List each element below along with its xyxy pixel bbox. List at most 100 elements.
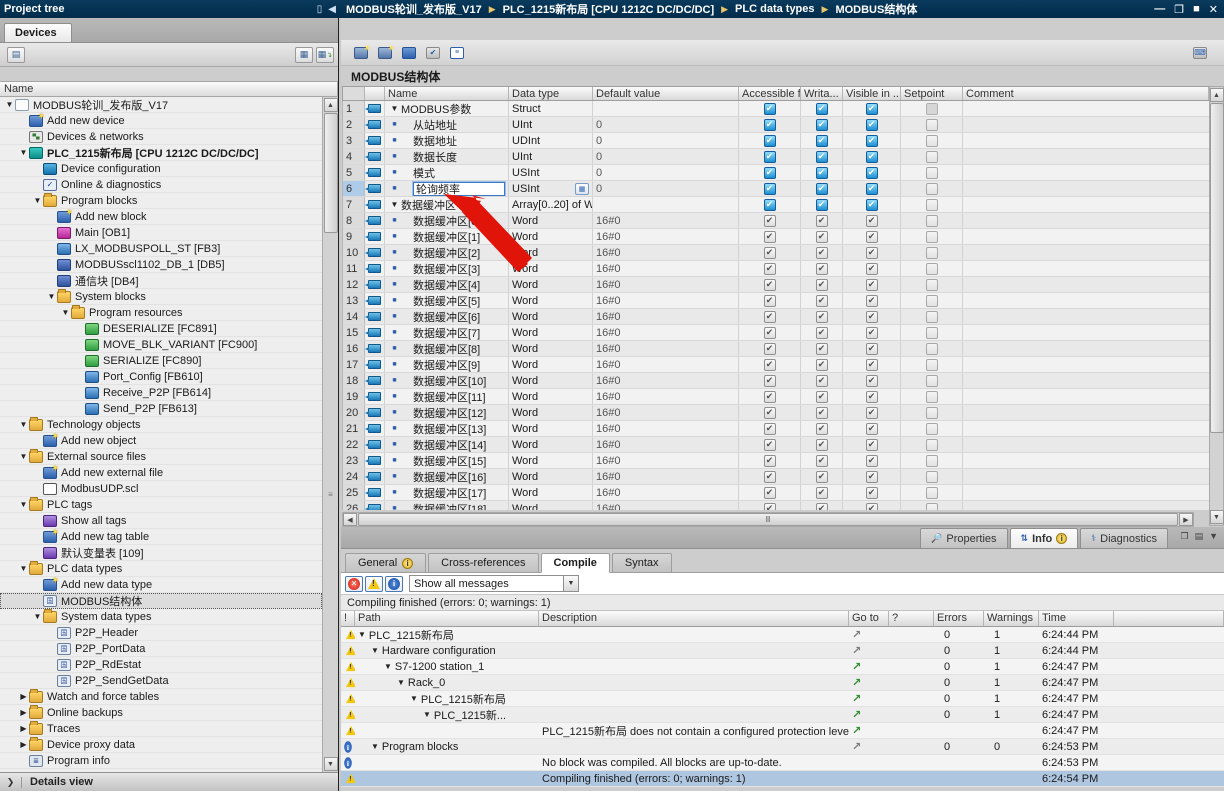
setpoint-checkbox[interactable] <box>926 183 938 195</box>
setpoint-checkbox[interactable] <box>926 103 938 115</box>
datatype-cell[interactable]: Word <box>509 325 593 340</box>
tree-item[interactable]: LX_MODBUSPOLL_ST [FB3] <box>0 241 322 257</box>
goto-arrow-icon[interactable]: ↗ <box>852 692 861 705</box>
goto-cell[interactable]: ↗ <box>849 644 889 657</box>
message-row[interactable]: ▼Hardware configuration↗016:24:44 PM <box>341 643 1224 659</box>
message-row[interactable]: Compiling finished (errors: 0; warnings:… <box>341 771 1224 787</box>
setpoint-checkbox[interactable] <box>926 263 938 275</box>
table-row[interactable]: 16■数据缓冲区[8]Word16#0✔✔✔ <box>343 341 1210 357</box>
column-header-visible-in-[interactable]: Visible in ... <box>843 87 901 100</box>
checked-checkbox[interactable]: ✔ <box>764 183 776 195</box>
errors-filter-icon[interactable]: ✕ <box>345 576 363 592</box>
msg-column-header[interactable]: Path <box>355 611 539 626</box>
checked-checkbox[interactable]: ✔ <box>764 327 776 339</box>
default-value-cell[interactable]: 16#0 <box>593 309 739 324</box>
name-cell[interactable]: ■数据地址 <box>385 133 509 148</box>
comment-cell[interactable] <box>963 501 1210 510</box>
checked-checkbox[interactable]: ✔ <box>866 263 878 275</box>
tree-item[interactable]: Port_Config [FB610] <box>0 369 322 385</box>
datatype-cell[interactable]: Word <box>509 389 593 404</box>
table-row[interactable]: 5■模式USInt0✔✔✔ <box>343 165 1210 181</box>
goto-arrow-icon[interactable]: ↗ <box>852 740 861 753</box>
comment-cell[interactable] <box>963 389 1210 404</box>
setpoint-checkbox[interactable] <box>926 343 938 355</box>
datatype-cell[interactable]: Word <box>509 373 593 388</box>
msg-column-header[interactable]: Go to <box>849 611 889 626</box>
checked-checkbox[interactable]: ✔ <box>866 375 878 387</box>
datatype-cell[interactable]: Word <box>509 309 593 324</box>
table-row[interactable]: 3■数据地址UDInt0✔✔✔ <box>343 133 1210 149</box>
name-cell[interactable]: ■数据长度 <box>385 149 509 164</box>
comment-cell[interactable] <box>963 373 1210 388</box>
details-expand-icon[interactable]: ❯ <box>0 777 22 788</box>
checked-checkbox[interactable]: ✔ <box>764 199 776 211</box>
comment-cell[interactable] <box>963 421 1210 436</box>
column-header-accessible-f-[interactable]: Accessible f... <box>739 87 801 100</box>
name-cell[interactable]: ■从站地址 <box>385 117 509 132</box>
default-value-cell[interactable]: 16#0 <box>593 373 739 388</box>
tree-item[interactable]: ▼Program resources <box>0 305 322 321</box>
table-row[interactable]: 17■数据缓冲区[9]Word16#0✔✔✔ <box>343 357 1210 373</box>
checked-checkbox[interactable]: ✔ <box>764 343 776 355</box>
table-row[interactable]: 14■数据缓冲区[6]Word16#0✔✔✔ <box>343 309 1210 325</box>
msg-column-header[interactable]: Errors <box>934 611 984 626</box>
checked-checkbox[interactable]: ✔ <box>764 279 776 291</box>
open-keyboard-icon[interactable]: ⌨ <box>1190 44 1210 62</box>
tree-item[interactable]: Add new tag table <box>0 529 322 545</box>
tree-scroll-thumb[interactable] <box>324 113 338 233</box>
default-value-cell[interactable]: 16#0 <box>593 453 739 468</box>
message-row[interactable]: i▼Program blocks↗006:24:53 PM <box>341 739 1224 755</box>
scroll-up-icon[interactable]: ▲ <box>324 98 338 112</box>
default-value-cell[interactable]: 16#0 <box>593 293 739 308</box>
name-cell[interactable]: ■数据缓冲区[7] <box>385 325 509 340</box>
tree-item[interactable]: Send_P2P [FB613] <box>0 401 322 417</box>
setpoint-checkbox[interactable] <box>926 295 938 307</box>
tree-item[interactable]: Show all tags <box>0 513 322 529</box>
default-value-cell[interactable]: 16#0 <box>593 357 739 372</box>
comment-cell[interactable] <box>963 453 1210 468</box>
tree-item[interactable]: 国P2P_PortData <box>0 641 322 657</box>
name-cell[interactable]: ■数据缓冲区[15] <box>385 453 509 468</box>
name-cell[interactable]: ■数据缓冲区[13] <box>385 421 509 436</box>
checked-checkbox[interactable]: ✔ <box>764 391 776 403</box>
default-value-cell[interactable]: 16#0 <box>593 485 739 500</box>
checked-checkbox[interactable]: ✔ <box>764 455 776 467</box>
name-cell[interactable]: ■数据缓冲区[9] <box>385 357 509 372</box>
checked-checkbox[interactable]: ✔ <box>764 167 776 179</box>
comment-cell[interactable] <box>963 469 1210 484</box>
table-row[interactable]: 20■数据缓冲区[12]Word16#0✔✔✔ <box>343 405 1210 421</box>
comment-cell[interactable] <box>963 117 1210 132</box>
tree-item[interactable]: ▼MODBUS轮训_发布版_V17 <box>0 97 322 113</box>
expand-arrow-icon[interactable]: ▶ <box>18 724 29 733</box>
checked-checkbox[interactable]: ✔ <box>816 279 828 291</box>
expand-arrow-icon[interactable]: ▶ <box>18 740 29 749</box>
name-cell[interactable]: ■模式 <box>385 165 509 180</box>
default-value-cell[interactable]: 16#0 <box>593 421 739 436</box>
default-value-cell[interactable]: 16#0 <box>593 501 739 510</box>
msg-column-header[interactable]: Warnings <box>984 611 1039 626</box>
table-row[interactable]: 10■数据缓冲区[2]Word16#0✔✔✔ <box>343 245 1210 261</box>
expand-arrow-icon[interactable]: ▼ <box>18 452 29 461</box>
datatype-cell[interactable]: Word <box>509 421 593 436</box>
checked-checkbox[interactable]: ✔ <box>816 391 828 403</box>
name-cell[interactable]: ■数据缓冲区[0] <box>385 213 509 228</box>
tree-item[interactable]: ▶Device proxy data <box>0 737 322 753</box>
datatype-cell[interactable]: UDInt <box>509 133 593 148</box>
setpoint-checkbox[interactable] <box>926 423 938 435</box>
column-header-data-type[interactable]: Data type <box>509 87 593 100</box>
default-value-cell[interactable]: 16#0 <box>593 437 739 452</box>
checked-checkbox[interactable]: ✔ <box>764 231 776 243</box>
table-row[interactable]: 1▼MODBUS参数Struct✔✔✔ <box>343 101 1210 117</box>
checked-checkbox[interactable]: ✔ <box>866 231 878 243</box>
setpoint-checkbox[interactable] <box>926 151 938 163</box>
tree-item[interactable]: ModbusUDP.scl <box>0 481 322 497</box>
table-row[interactable]: 4■数据长度UInt0✔✔✔ <box>343 149 1210 165</box>
open-editor-icon[interactable]: ▦↴ <box>316 47 334 63</box>
setpoint-checkbox[interactable] <box>926 391 938 403</box>
name-cell[interactable]: ■数据缓冲区[2] <box>385 245 509 260</box>
minimize-button[interactable]: — <box>1154 3 1165 16</box>
default-value-cell[interactable]: 0 <box>593 181 739 196</box>
checked-checkbox[interactable]: ✔ <box>866 215 878 227</box>
subtab-compile[interactable]: Compile <box>541 553 610 573</box>
expand-list-icon[interactable]: ≡ <box>447 44 467 62</box>
